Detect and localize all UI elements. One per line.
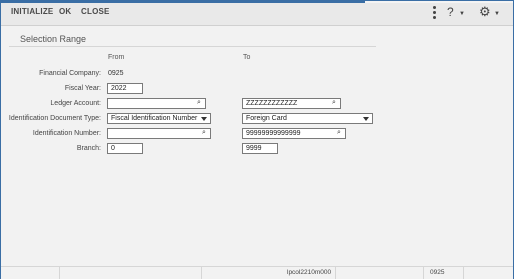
ledger-account-label: Ledger Account: xyxy=(50,100,101,107)
id-doc-type-to-select[interactable]: Foreign Card xyxy=(242,113,373,124)
help-icon[interactable]: ? xyxy=(447,5,454,19)
financial-company-value: 0925 xyxy=(108,70,124,77)
more-options-icon[interactable] xyxy=(431,5,437,21)
ledger-account-from-zoom-icon[interactable]: ⌕ xyxy=(194,99,204,107)
id-doc-type-label: Identification Document Type: xyxy=(8,115,101,122)
accent-bar xyxy=(1,1,513,3)
initialize-button[interactable]: INITIALIZE xyxy=(11,7,53,16)
to-column-header: To xyxy=(243,54,251,61)
status-bar: lpcol2210m000 0925 xyxy=(1,266,513,279)
id-number-from-input[interactable] xyxy=(107,128,211,139)
fiscal-year-label: Fiscal Year: xyxy=(64,85,101,92)
id-doc-type-from-chevron-down-icon[interactable] xyxy=(201,117,207,121)
from-column-header: From xyxy=(108,54,125,61)
id-doc-type-from-select[interactable]: Fiscal Identification Number xyxy=(107,113,211,124)
close-button[interactable]: CLOSE xyxy=(81,7,110,16)
section-divider xyxy=(9,46,376,47)
id-number-label: Identification Number: xyxy=(32,130,101,137)
application-window: INITIALIZE OK CLOSE ? ▼ ⚙ ▼ Selection Ra… xyxy=(0,0,514,279)
status-company: 0925 xyxy=(430,269,445,276)
ledger-account-to-input[interactable]: ZZZZZZZZZZZZ xyxy=(242,98,341,109)
settings-chevron-down-icon[interactable]: ▼ xyxy=(494,11,500,17)
branch-to-input[interactable]: 9999 xyxy=(242,143,278,154)
id-doc-type-to-chevron-down-icon[interactable] xyxy=(363,117,369,121)
branch-from-input[interactable]: 0 xyxy=(107,143,143,154)
id-number-to-zoom-icon[interactable]: ⌕ xyxy=(334,129,344,137)
gear-icon[interactable]: ⚙ xyxy=(479,4,491,20)
id-number-from-zoom-icon[interactable]: ⌕ xyxy=(199,129,209,137)
session-code: lpcol2210m000 xyxy=(287,269,332,276)
financial-company-label: Financial Company: xyxy=(39,70,101,77)
ledger-account-to-zoom-icon[interactable]: ⌕ xyxy=(329,99,339,107)
branch-label: Branch: xyxy=(76,145,101,152)
section-title: Selection Range xyxy=(20,34,87,44)
ok-button[interactable]: OK xyxy=(59,7,71,16)
ledger-account-from-input[interactable] xyxy=(107,98,206,109)
id-number-to-input[interactable]: 99999999999999 xyxy=(242,128,346,139)
fiscal-year-input[interactable]: 2022 xyxy=(107,83,143,94)
help-chevron-down-icon[interactable]: ▼ xyxy=(459,11,465,17)
toolbar: INITIALIZE OK CLOSE ? ▼ ⚙ ▼ xyxy=(1,1,513,26)
